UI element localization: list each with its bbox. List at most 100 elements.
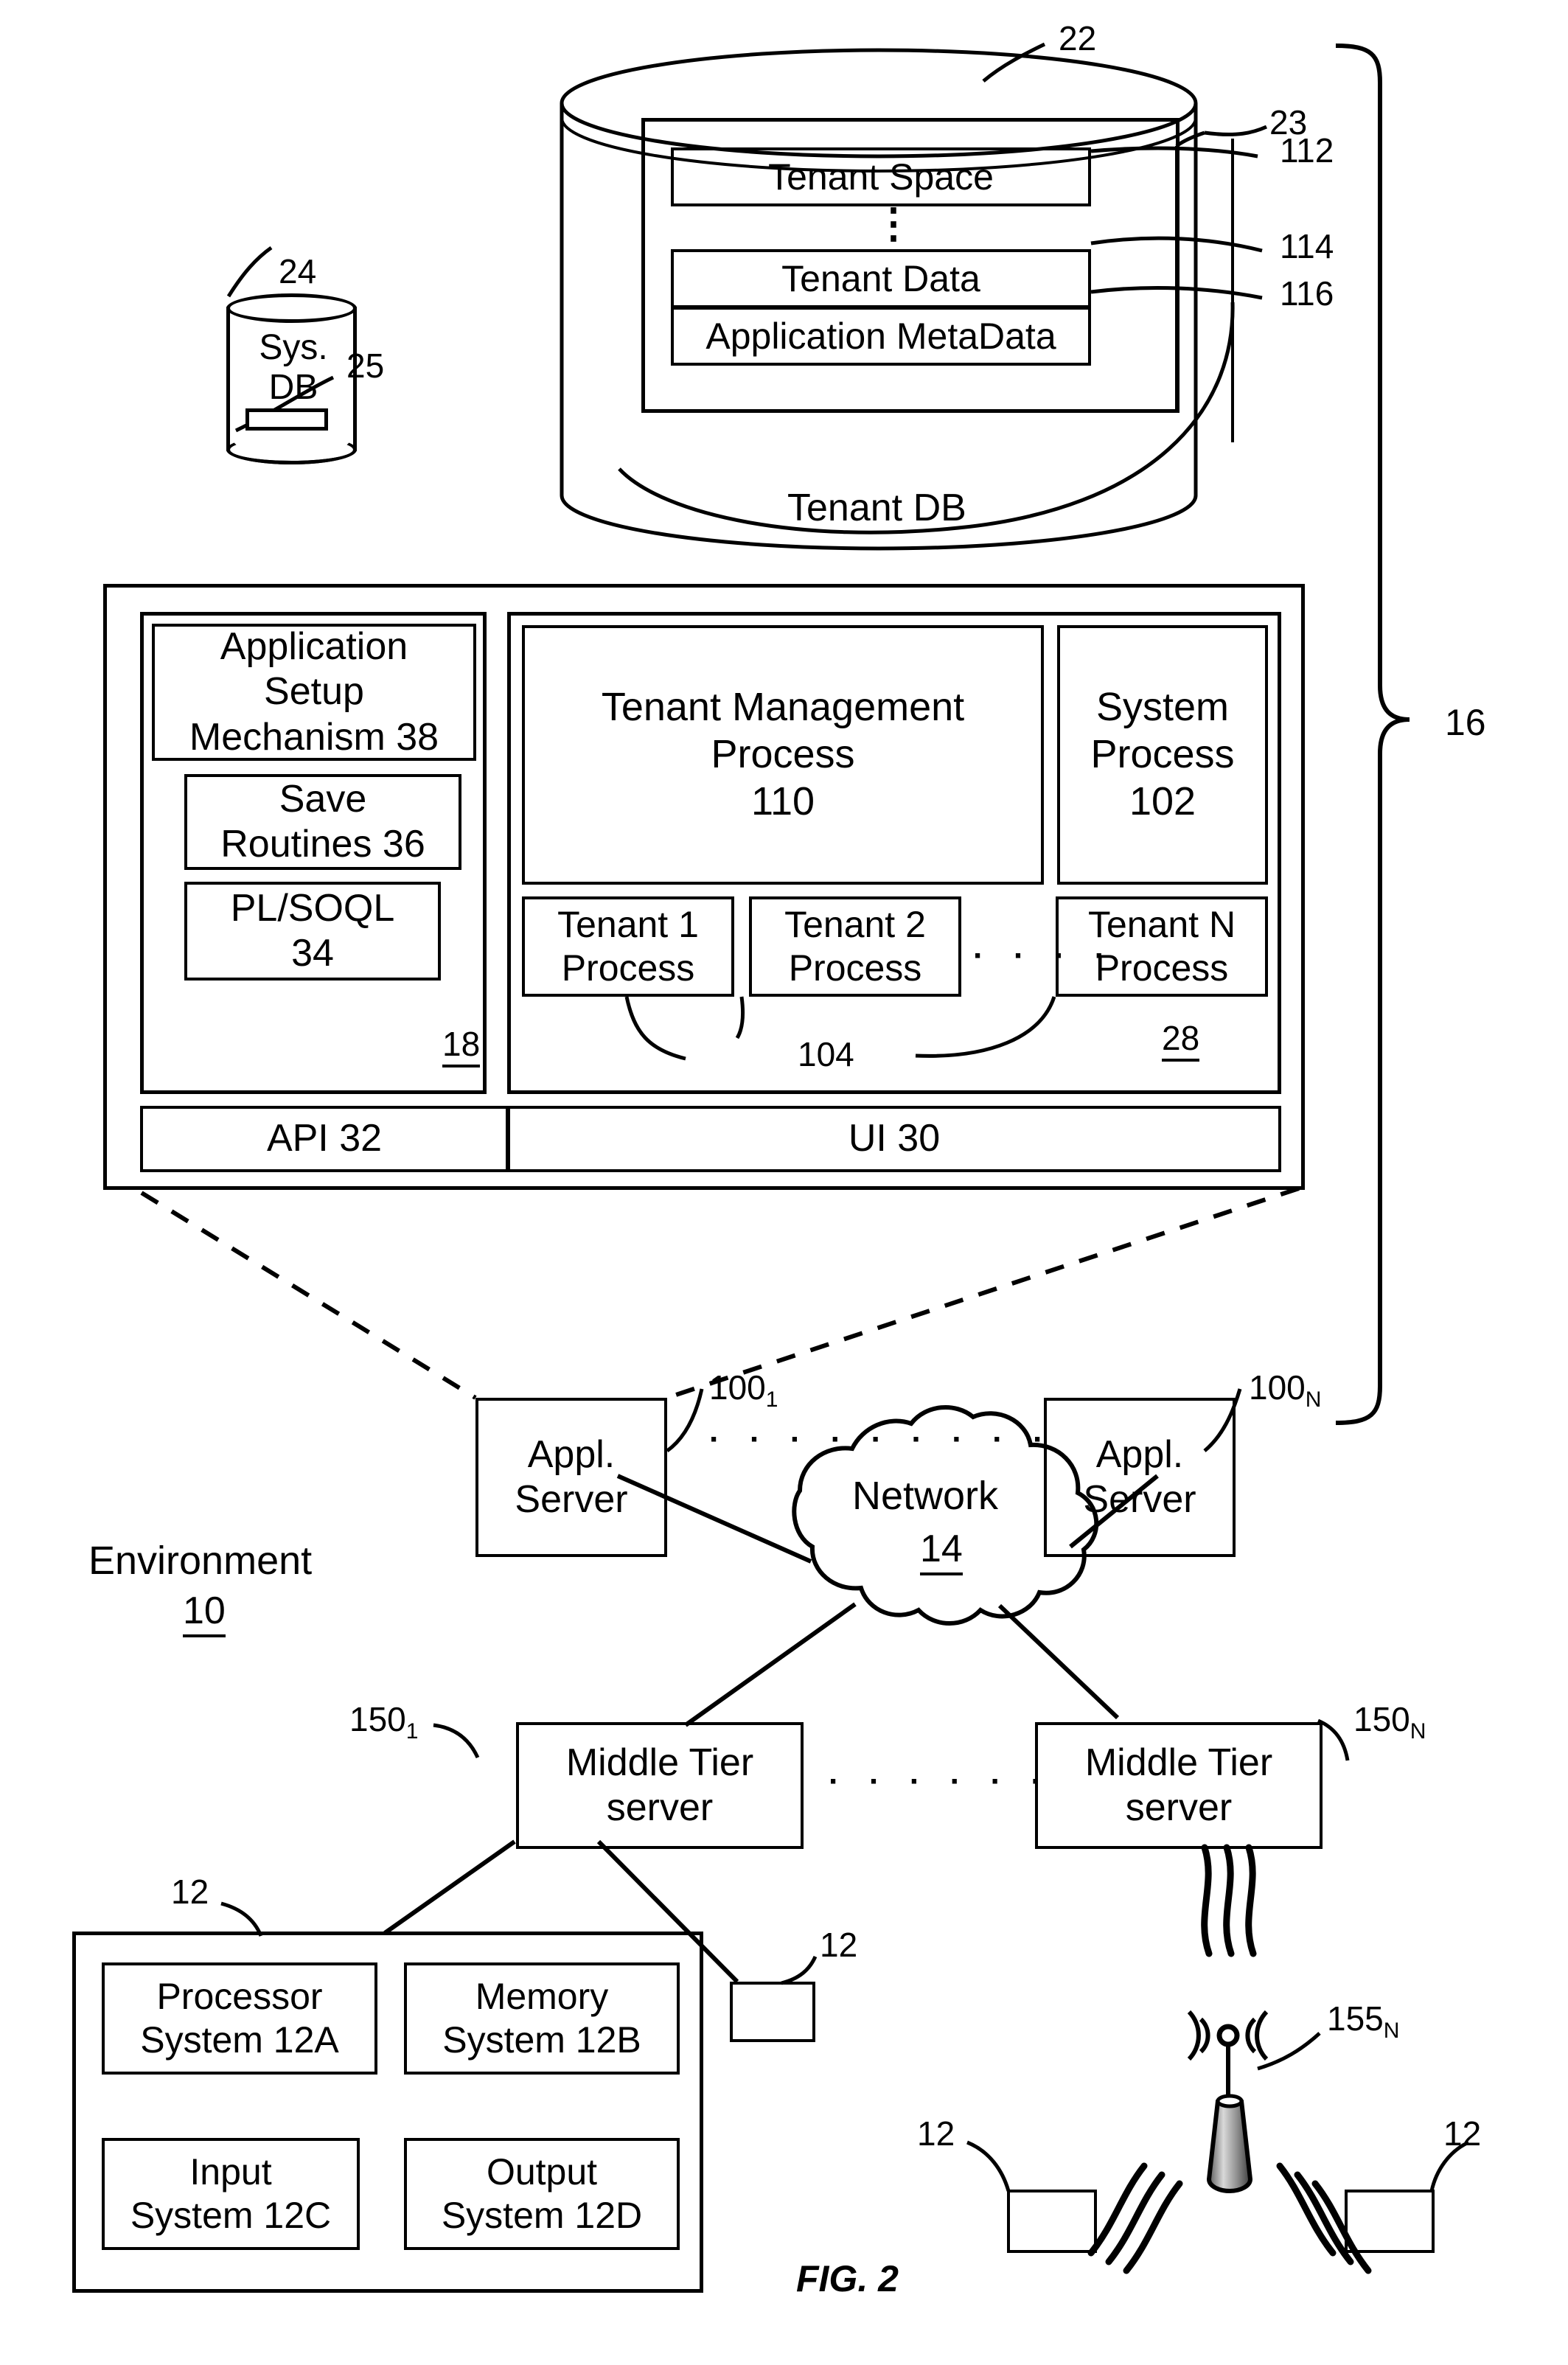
appl-server-1: Appl. Server	[475, 1398, 667, 1557]
ref-116: 116	[1280, 274, 1334, 313]
ref-12-device-2: 12	[917, 2114, 955, 2153]
api-label: API 32	[266, 1117, 383, 1160]
tenant-data-box: Tenant Data	[671, 249, 1091, 308]
middle-tier-1-line1: Middle Tier	[565, 1741, 754, 1784]
ref-12-device-1: 12	[820, 1926, 858, 1964]
wave-server-to-antenna	[1201, 1844, 1257, 1957]
appl-server-n: Appl. Server	[1044, 1398, 1236, 1557]
ref-18: 18	[442, 1025, 481, 1067]
ref-150-n: 150N	[1353, 1700, 1426, 1745]
tenant-space-label: Tenant Space	[768, 156, 994, 198]
tenant-db-ellipsis: ⋮	[873, 200, 914, 246]
system-process-line1: System	[1095, 685, 1230, 730]
memory-line1: Memory	[475, 1976, 609, 2017]
ref-150-1-sub: 1	[405, 1719, 419, 1744]
middle-tier-server-n: Middle Tier server	[1035, 1722, 1323, 1849]
tenant-mgmt-line1: Tenant Management	[601, 685, 965, 730]
tenant-1-line2: Process	[561, 947, 695, 989]
sys-db-cylinder-body: Sys. DB	[226, 293, 357, 464]
ref-155-n-sub: N	[1383, 2019, 1400, 2044]
processor-line2: System 12A	[140, 2019, 339, 2061]
pl-soql-box: PL/SOQL 34	[184, 882, 441, 981]
middle-tier-n-line1: Middle Tier	[1084, 1741, 1273, 1784]
save-routines-box: Save Routines 36	[184, 774, 461, 870]
ui-bar: UI 30	[507, 1106, 1281, 1172]
system-process-line2: Process	[1090, 732, 1235, 777]
app-setup-line2: Setup	[264, 670, 364, 714]
wave-antenna-left	[1087, 2162, 1183, 2274]
ref-155-n: 155N	[1327, 1999, 1399, 2044]
network-label: Network	[852, 1474, 999, 1518]
middle-tier-dots: · · · · · ·	[829, 1763, 1053, 1800]
processor-line1: Processor	[156, 1976, 323, 2017]
perspective-dashes	[140, 1186, 1300, 1400]
save-routines-line1: Save	[279, 777, 367, 821]
ref-100-n: 100N	[1249, 1368, 1321, 1413]
middle-tier-1-line2: server	[606, 1786, 714, 1829]
pl-soql-line1: PL/SOQL	[230, 886, 395, 930]
app-setup-line1: Application	[220, 624, 408, 668]
tenant-management-process-box: Tenant Management Process 110	[522, 625, 1044, 885]
tenant-n-line2: Process	[1095, 947, 1229, 989]
ref-25: 25	[346, 346, 385, 385]
processor-system-box: Processor System 12A	[102, 1962, 377, 2075]
input-system-box: Input System 12C	[102, 2138, 360, 2250]
tenant-space-box: Tenant Space	[671, 147, 1091, 206]
figure-caption: FIG. 2	[796, 2258, 899, 2299]
tenant-1-line1: Tenant 1	[557, 904, 699, 945]
ref-150-1-base: 150	[349, 1700, 406, 1738]
ref-12-user-system: 12	[171, 1873, 209, 1911]
sys-db-label-line1: Sys.	[259, 328, 328, 367]
output-system-box: Output System 12D	[404, 2138, 680, 2250]
sys-db-index-bar	[245, 408, 328, 431]
output-line1: Output	[486, 2151, 598, 2192]
memory-system-box: Memory System 12B	[404, 1962, 680, 2075]
ref-28: 28	[1162, 1019, 1200, 1062]
appl-server-n-line1: Appl.	[1095, 1432, 1184, 1476]
tenant-mgmt-line2: Process	[711, 732, 855, 777]
environment-ref: 10	[183, 1589, 226, 1637]
antenna-icon	[1187, 2010, 1269, 2193]
ref-100-n-sub: N	[1305, 1387, 1322, 1413]
ref-24: 24	[279, 252, 317, 290]
tenant-db-label: Tenant DB	[787, 487, 966, 529]
ref-150-n-base: 150	[1353, 1700, 1410, 1738]
ref-100-1: 1001	[709, 1368, 778, 1413]
ref-150-1: 1501	[349, 1700, 418, 1745]
small-device-3	[1345, 2190, 1435, 2253]
small-device-2	[1007, 2190, 1097, 2253]
tenant-data-label: Tenant Data	[781, 257, 980, 299]
application-metadata-box: Application MetaData	[671, 307, 1091, 366]
appl-server-n-line2: Server	[1083, 1478, 1196, 1521]
small-device-1	[730, 1982, 815, 2042]
tenant-2-process-box: Tenant 2 Process	[749, 896, 961, 997]
tenant-n-process-box: Tenant N Process	[1056, 896, 1268, 997]
middle-tier-server-1: Middle Tier server	[516, 1722, 804, 1849]
ref-104: 104	[798, 1035, 854, 1073]
ui-label: UI 30	[848, 1117, 941, 1160]
memory-line2: System 12B	[442, 2019, 641, 2061]
tenant-n-line1: Tenant N	[1087, 904, 1236, 945]
input-line1: Input	[189, 2151, 272, 2192]
save-routines-line2: Routines 36	[220, 823, 425, 865]
ref-114: 114	[1280, 227, 1334, 265]
ref-112: 112	[1280, 131, 1334, 170]
api-bar: API 32	[140, 1106, 509, 1172]
ref-100-1-sub: 1	[765, 1387, 778, 1413]
ref-100-1-base: 100	[709, 1368, 766, 1407]
application-setup-mechanism-box: Application Setup Mechanism 38	[152, 624, 476, 761]
tenant-2-line2: Process	[788, 947, 922, 989]
ref-12-device-3: 12	[1443, 2114, 1482, 2153]
app-setup-line3: Mechanism 38	[189, 715, 439, 759]
ref-16: 16	[1445, 702, 1486, 743]
environment-label: Environment	[88, 1539, 313, 1583]
tenant-1-process-box: Tenant 1 Process	[522, 896, 734, 997]
network-ref: 14	[920, 1528, 963, 1575]
tenant-mgmt-line3: 110	[750, 779, 815, 823]
output-line2: System 12D	[441, 2195, 643, 2236]
ref-100-n-base: 100	[1249, 1368, 1306, 1407]
ref-150-n-sub: N	[1410, 1719, 1426, 1744]
ref-155-n-base: 155	[1327, 1999, 1384, 2038]
application-metadata-label: Application MetaData	[705, 315, 1056, 357]
middle-tier-n-line2: server	[1125, 1786, 1233, 1829]
